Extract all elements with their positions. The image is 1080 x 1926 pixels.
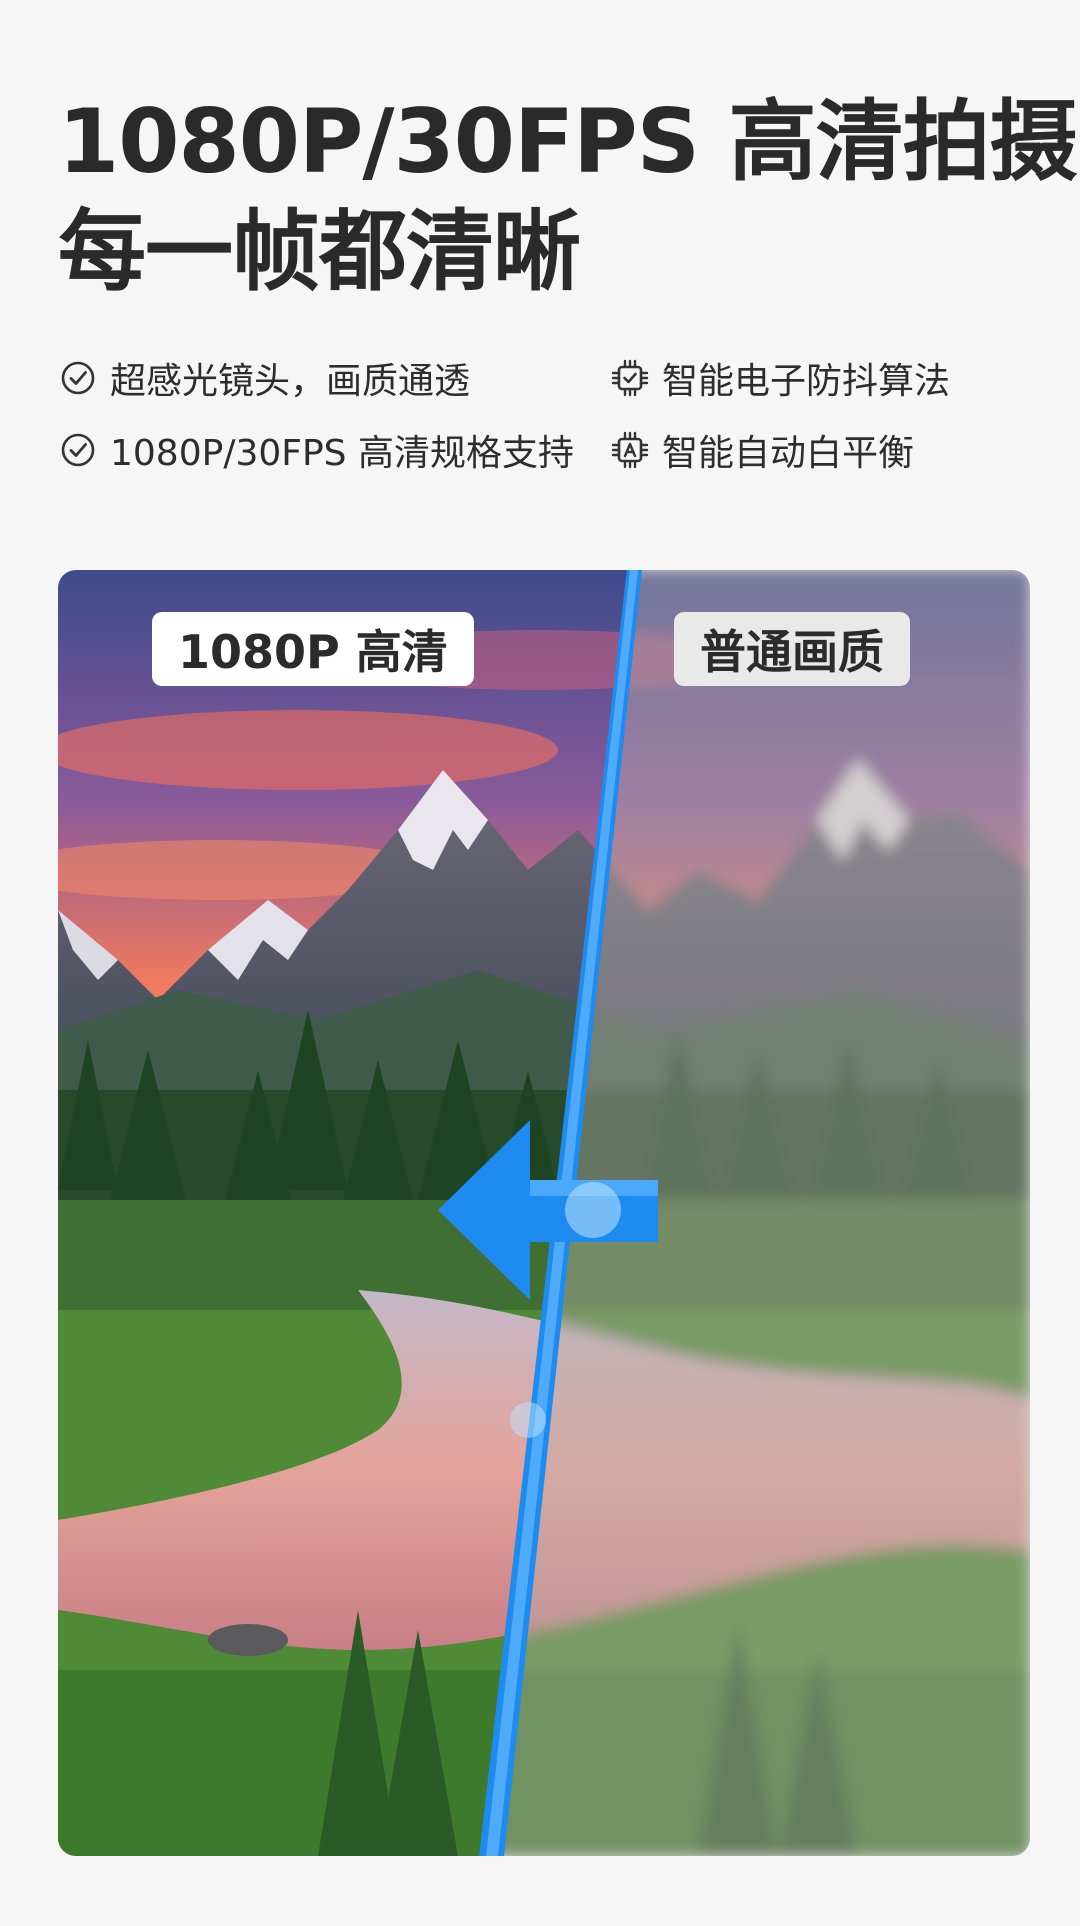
headline: 1080P/30FPS 高清拍摄 每一帧都清晰 xyxy=(58,88,1078,306)
normal-quality-label: 普通画质 xyxy=(674,612,910,686)
feature-label: 智能自动白平衡 xyxy=(662,433,915,474)
check-circle-icon xyxy=(61,433,95,467)
headline-line-2: 每一帧都清晰 xyxy=(58,200,581,303)
landscape-scene xyxy=(58,570,1030,1856)
comparison-image: 1080P 高清 普通画质 xyxy=(58,570,1030,1856)
feature-label: 智能电子防抖算法 xyxy=(662,361,951,402)
headline-line-1: 1080P/30FPS 高清拍摄 xyxy=(58,90,1078,193)
feature-label: 1080P/30FPS 高清规格支持 xyxy=(110,433,574,474)
feature-item: 智能自动白平衡 xyxy=(610,425,914,475)
hd-label: 1080P 高清 xyxy=(152,612,474,686)
chip-check-icon xyxy=(611,359,649,397)
product-page: 1080P/30FPS 高清拍摄 每一帧都清晰 超感光镜头，画质通透 智能电子防… xyxy=(0,0,1080,1926)
feature-item: 1080P/30FPS 高清规格支持 xyxy=(58,425,574,475)
chip-a-icon xyxy=(611,431,649,469)
feature-list: 超感光镜头，画质通透 智能电子防抖算法 1080P/30FPS 高清规格支持 智… xyxy=(58,353,1038,493)
feature-label: 超感光镜头，画质通透 xyxy=(110,361,471,402)
check-circle-icon xyxy=(61,361,95,395)
feature-item: 超感光镜头，画质通透 xyxy=(58,353,470,403)
feature-item: 智能电子防抖算法 xyxy=(610,353,950,403)
